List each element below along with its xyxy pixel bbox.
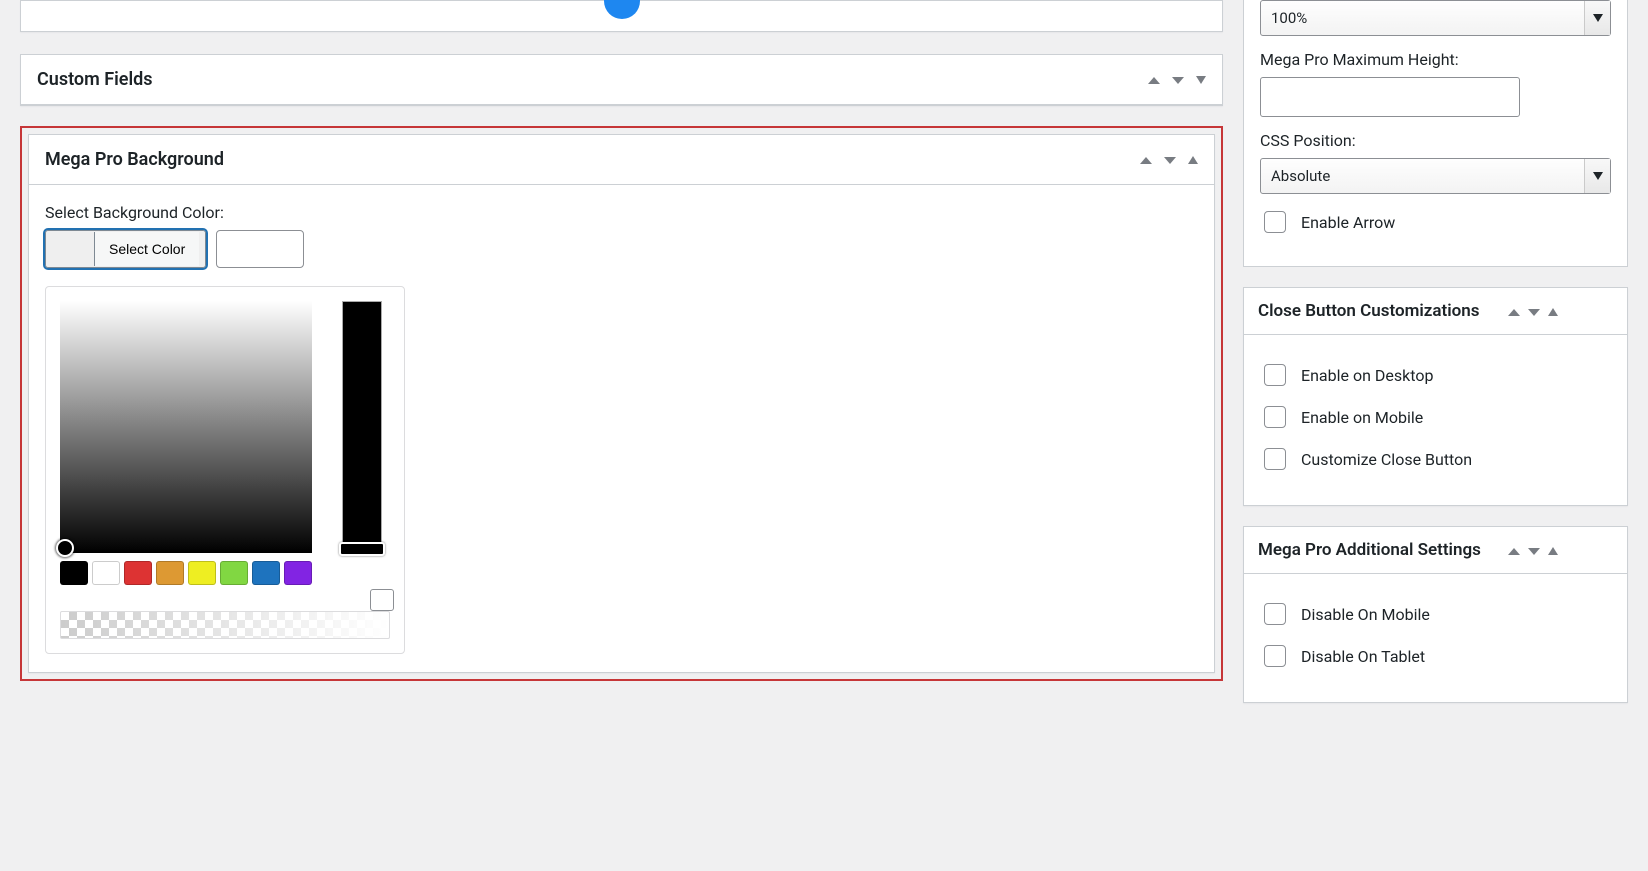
enable-arrow-checkbox[interactable] xyxy=(1264,211,1286,233)
palette-blue[interactable] xyxy=(252,561,280,585)
disable-mobile-checkbox[interactable] xyxy=(1264,603,1286,625)
width-select-value: 100% xyxy=(1271,9,1307,27)
move-up-button[interactable] xyxy=(1504,300,1524,322)
move-down-button[interactable] xyxy=(1524,300,1544,322)
move-down-button[interactable] xyxy=(1166,66,1190,94)
select-color-button[interactable]: Select Color xyxy=(45,230,206,268)
enable-mobile-row[interactable]: Enable on Mobile xyxy=(1260,403,1611,431)
enable-desktop-checkbox[interactable] xyxy=(1264,364,1286,386)
color-palette xyxy=(60,561,390,585)
chevron-up-icon xyxy=(1140,157,1152,164)
chevron-up-icon xyxy=(1508,548,1520,555)
move-up-button[interactable] xyxy=(1134,146,1158,174)
triangle-up-icon xyxy=(1548,547,1558,555)
triangle-up-icon xyxy=(1548,308,1558,316)
hue-strip[interactable] xyxy=(342,301,382,553)
palette-green[interactable] xyxy=(220,561,248,585)
additional-settings-title: Mega Pro Additional Settings xyxy=(1244,527,1504,573)
css-position-select[interactable]: Absolute xyxy=(1260,158,1611,194)
disable-tablet-label: Disable On Tablet xyxy=(1301,647,1425,666)
css-position-value: Absolute xyxy=(1271,167,1330,185)
select-bg-color-label: Select Background Color: xyxy=(45,203,1198,222)
toggle-panel-button[interactable] xyxy=(1182,146,1204,174)
highlight-annotation: Mega Pro Background Select Background Co… xyxy=(20,126,1223,681)
enable-arrow-label: Enable Arrow xyxy=(1301,213,1395,232)
hue-handle[interactable] xyxy=(339,542,385,556)
disable-mobile-label: Disable On Mobile xyxy=(1301,605,1430,624)
custom-fields-metabox: Custom Fields xyxy=(20,54,1223,106)
add-block-button[interactable] xyxy=(604,0,640,19)
move-up-button[interactable] xyxy=(1142,66,1166,94)
mega-pro-additional-settings-metabox: Mega Pro Additional Settings Disable On … xyxy=(1243,526,1628,703)
toggle-panel-button[interactable] xyxy=(1544,539,1562,561)
mega-pro-background-metabox: Mega Pro Background Select Background Co… xyxy=(28,134,1215,673)
disable-tablet-checkbox[interactable] xyxy=(1264,645,1286,667)
move-up-button[interactable] xyxy=(1504,539,1524,561)
mega-pro-background-title: Mega Pro Background xyxy=(29,135,1134,184)
color-picker xyxy=(45,286,405,654)
alpha-value-box[interactable] xyxy=(370,589,394,611)
custom-fields-title: Custom Fields xyxy=(21,55,1142,104)
enable-arrow-row[interactable]: Enable Arrow xyxy=(1260,208,1611,236)
hex-input[interactable] xyxy=(216,230,304,268)
mega-pro-size-metabox-partial: 100% Mega Pro Maximum Height: CSS Positi… xyxy=(1243,0,1628,267)
triangle-down-icon xyxy=(1593,14,1603,22)
disable-mobile-row[interactable]: Disable On Mobile xyxy=(1260,600,1611,628)
disable-tablet-row[interactable]: Disable On Tablet xyxy=(1260,642,1611,670)
triangle-up-icon xyxy=(1188,156,1198,164)
customize-close-checkbox[interactable] xyxy=(1264,448,1286,470)
sl-handle[interactable] xyxy=(56,539,74,557)
select-color-label: Select Color xyxy=(94,232,199,266)
chevron-up-icon xyxy=(1148,77,1160,84)
close-button-title: Close Button Customizations xyxy=(1244,288,1504,334)
chevron-up-icon xyxy=(1508,309,1520,316)
palette-purple[interactable] xyxy=(284,561,312,585)
alpha-slider[interactable] xyxy=(60,611,390,639)
chevron-down-icon xyxy=(1164,157,1176,164)
enable-mobile-label: Enable on Mobile xyxy=(1301,408,1423,427)
chevron-down-icon xyxy=(1528,548,1540,555)
enable-desktop-label: Enable on Desktop xyxy=(1301,366,1433,385)
color-swatch xyxy=(52,232,94,266)
palette-yellow[interactable] xyxy=(188,561,216,585)
move-down-button[interactable] xyxy=(1524,539,1544,561)
triangle-down-icon xyxy=(1196,76,1206,84)
palette-black[interactable] xyxy=(60,561,88,585)
enable-desktop-row[interactable]: Enable on Desktop xyxy=(1260,361,1611,389)
close-button-customizations-metabox: Close Button Customizations Enable on De… xyxy=(1243,287,1628,506)
max-height-label: Mega Pro Maximum Height: xyxy=(1260,50,1611,69)
palette-orange[interactable] xyxy=(156,561,184,585)
width-select[interactable]: 100% xyxy=(1260,0,1611,36)
enable-mobile-checkbox[interactable] xyxy=(1264,406,1286,428)
max-height-input[interactable] xyxy=(1260,77,1520,117)
toggle-panel-button[interactable] xyxy=(1190,66,1212,94)
chevron-down-icon xyxy=(1528,309,1540,316)
customize-close-row[interactable]: Customize Close Button xyxy=(1260,445,1611,473)
customize-close-label: Customize Close Button xyxy=(1301,450,1472,469)
palette-white[interactable] xyxy=(92,561,120,585)
triangle-down-icon xyxy=(1593,172,1603,180)
saturation-lightness-area[interactable] xyxy=(60,301,312,553)
chevron-down-icon xyxy=(1172,77,1184,84)
toggle-panel-button[interactable] xyxy=(1544,300,1562,322)
palette-red[interactable] xyxy=(124,561,152,585)
css-position-label: CSS Position: xyxy=(1260,131,1611,150)
prior-panel-stub xyxy=(20,0,1223,32)
move-down-button[interactable] xyxy=(1158,146,1182,174)
